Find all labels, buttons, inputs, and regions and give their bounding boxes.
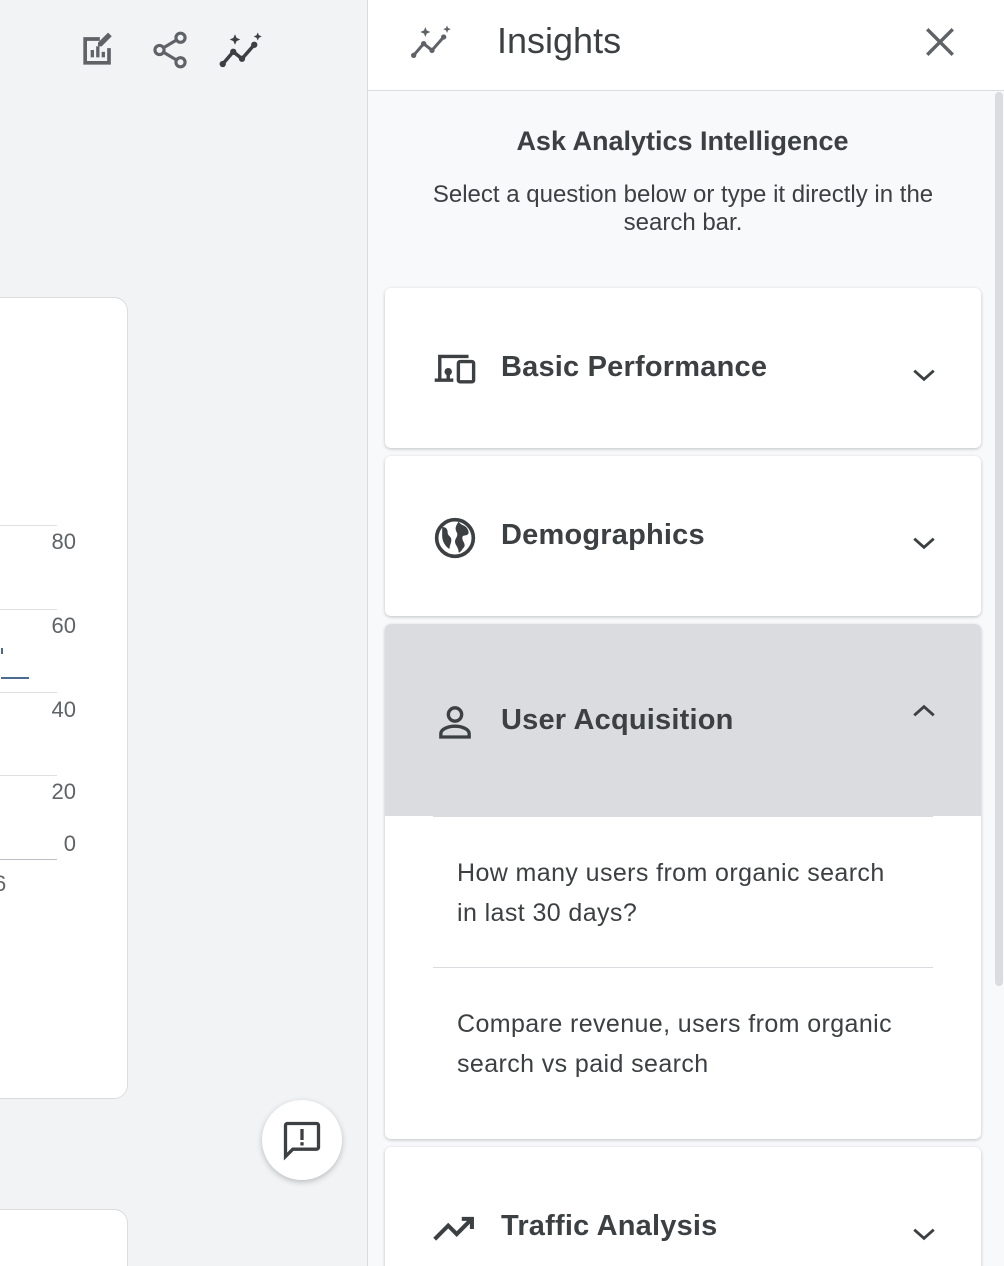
trending-up-icon (433, 1207, 477, 1251)
close-button[interactable] (916, 18, 964, 66)
main-area: 80 60 40 20 0 6 (0, 0, 367, 1266)
close-icon (926, 28, 954, 56)
share-icon (153, 31, 187, 69)
gridline (0, 692, 57, 693)
x-axis-line (0, 859, 57, 860)
section-basic-performance: Basic Performance (385, 288, 981, 448)
panel-header: Insights (368, 0, 1004, 91)
panel-title: Insights (497, 20, 622, 61)
secondary-card (0, 1209, 128, 1266)
intro-title: Ask Analytics Intelligence (516, 126, 849, 156)
insights-icon (411, 25, 451, 58)
chevron-down-icon (907, 1217, 941, 1251)
chevron-up-icon (907, 694, 941, 728)
y-tick-label: 80 (51, 529, 76, 554)
insights-icon (219, 32, 262, 68)
x-tick-label: 6 (0, 871, 7, 896)
section-label: User Acquisition (501, 704, 734, 736)
chevron-down-icon (907, 358, 941, 392)
y-tick-label: 20 (51, 779, 76, 804)
y-tick-label: 60 (51, 613, 76, 638)
gridline (0, 525, 57, 526)
gridline (0, 609, 57, 610)
person-icon (433, 700, 477, 744)
panel-scrollbar[interactable] (995, 92, 1003, 986)
section-label: Demographics (501, 519, 705, 551)
devices-icon (433, 348, 477, 392)
question-item[interactable]: Compare revenue, users from organic sear… (385, 968, 981, 1118)
section-header[interactable]: Basic Performance (385, 288, 981, 448)
section-demographics: Demographics (385, 456, 981, 616)
chart-series-line (1, 677, 29, 679)
section-header[interactable]: User Acquisition (385, 624, 981, 816)
intro-subtitle: Select a question below or type it direc… (432, 181, 934, 236)
section-header[interactable]: Traffic Analysis (385, 1147, 981, 1266)
share-button[interactable] (146, 26, 194, 74)
insights-panel: Insights Ask Analytics Intelligence Sele… (367, 0, 1004, 1266)
y-tick-label: 40 (51, 697, 76, 722)
section-user-acquisition: User Acquisition How many users from org… (385, 624, 981, 1139)
gridline (0, 775, 57, 776)
section-label: Basic Performance (501, 351, 768, 383)
feedback-button[interactable] (262, 1100, 342, 1180)
chevron-down-icon (907, 526, 941, 560)
question-item[interactable]: How many users from organic search in la… (385, 817, 981, 967)
feedback-icon (283, 1121, 321, 1161)
section-traffic-analysis: Traffic Analysis (385, 1147, 981, 1266)
insights-button[interactable] (218, 26, 266, 74)
edit-report-button[interactable] (74, 26, 122, 74)
chart-series-tick (1, 648, 3, 654)
globe-icon (433, 516, 477, 560)
edit-report-icon (83, 32, 112, 65)
section-header[interactable]: Demographics (385, 456, 981, 616)
y-tick-label: 0 (63, 831, 76, 856)
section-label: Traffic Analysis (501, 1210, 718, 1242)
